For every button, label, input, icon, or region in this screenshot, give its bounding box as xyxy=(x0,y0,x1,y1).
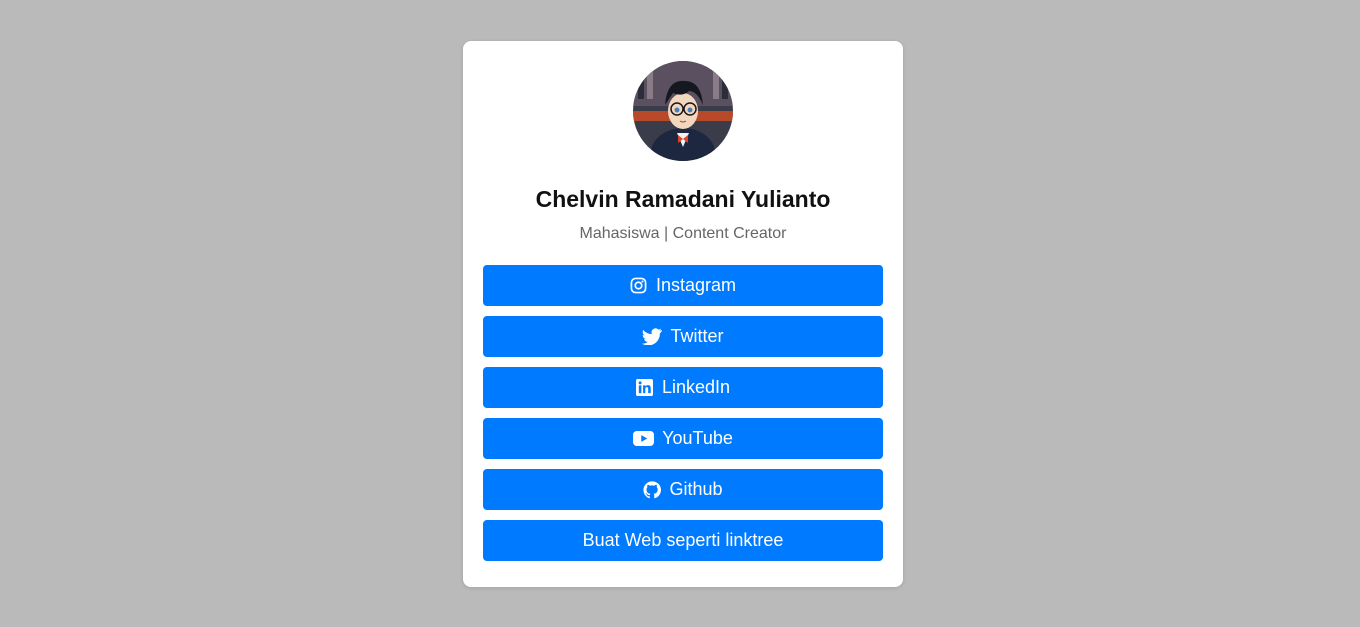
github-link-label: Github xyxy=(669,479,723,499)
avatar xyxy=(633,61,733,161)
github-link-button[interactable]: Github xyxy=(483,469,883,510)
linkedin-icon xyxy=(636,379,654,397)
profile-subtitle: Mahasiswa | Content Creator xyxy=(579,225,787,242)
twitter-icon xyxy=(642,328,663,346)
instagram-link-button[interactable]: Instagram xyxy=(483,265,883,306)
profile-card: Chelvin Ramadani Yulianto Mahasiswa | Co… xyxy=(463,41,903,587)
twitter-link-label: Twitter xyxy=(670,326,724,346)
instagram-icon xyxy=(630,277,648,295)
youtube-icon xyxy=(633,430,655,448)
avatar-image xyxy=(633,61,733,161)
youtube-link-label: YouTube xyxy=(662,428,733,448)
link-list: Instagram Twitter LinkedIn YouTube Githu… xyxy=(483,265,883,561)
profile-name: Chelvin Ramadani Yulianto xyxy=(535,186,831,212)
instagram-link-label: Instagram xyxy=(655,275,737,295)
create-linktree-button[interactable]: Buat Web seperti linktree xyxy=(483,520,883,561)
linkedin-link-label: LinkedIn xyxy=(661,377,731,397)
youtube-link-button[interactable]: YouTube xyxy=(483,418,883,459)
twitter-link-button[interactable]: Twitter xyxy=(483,316,883,357)
linkedin-link-button[interactable]: LinkedIn xyxy=(483,367,883,408)
create-linktree-label: Buat Web seperti linktree xyxy=(582,530,784,550)
github-icon xyxy=(643,480,662,499)
